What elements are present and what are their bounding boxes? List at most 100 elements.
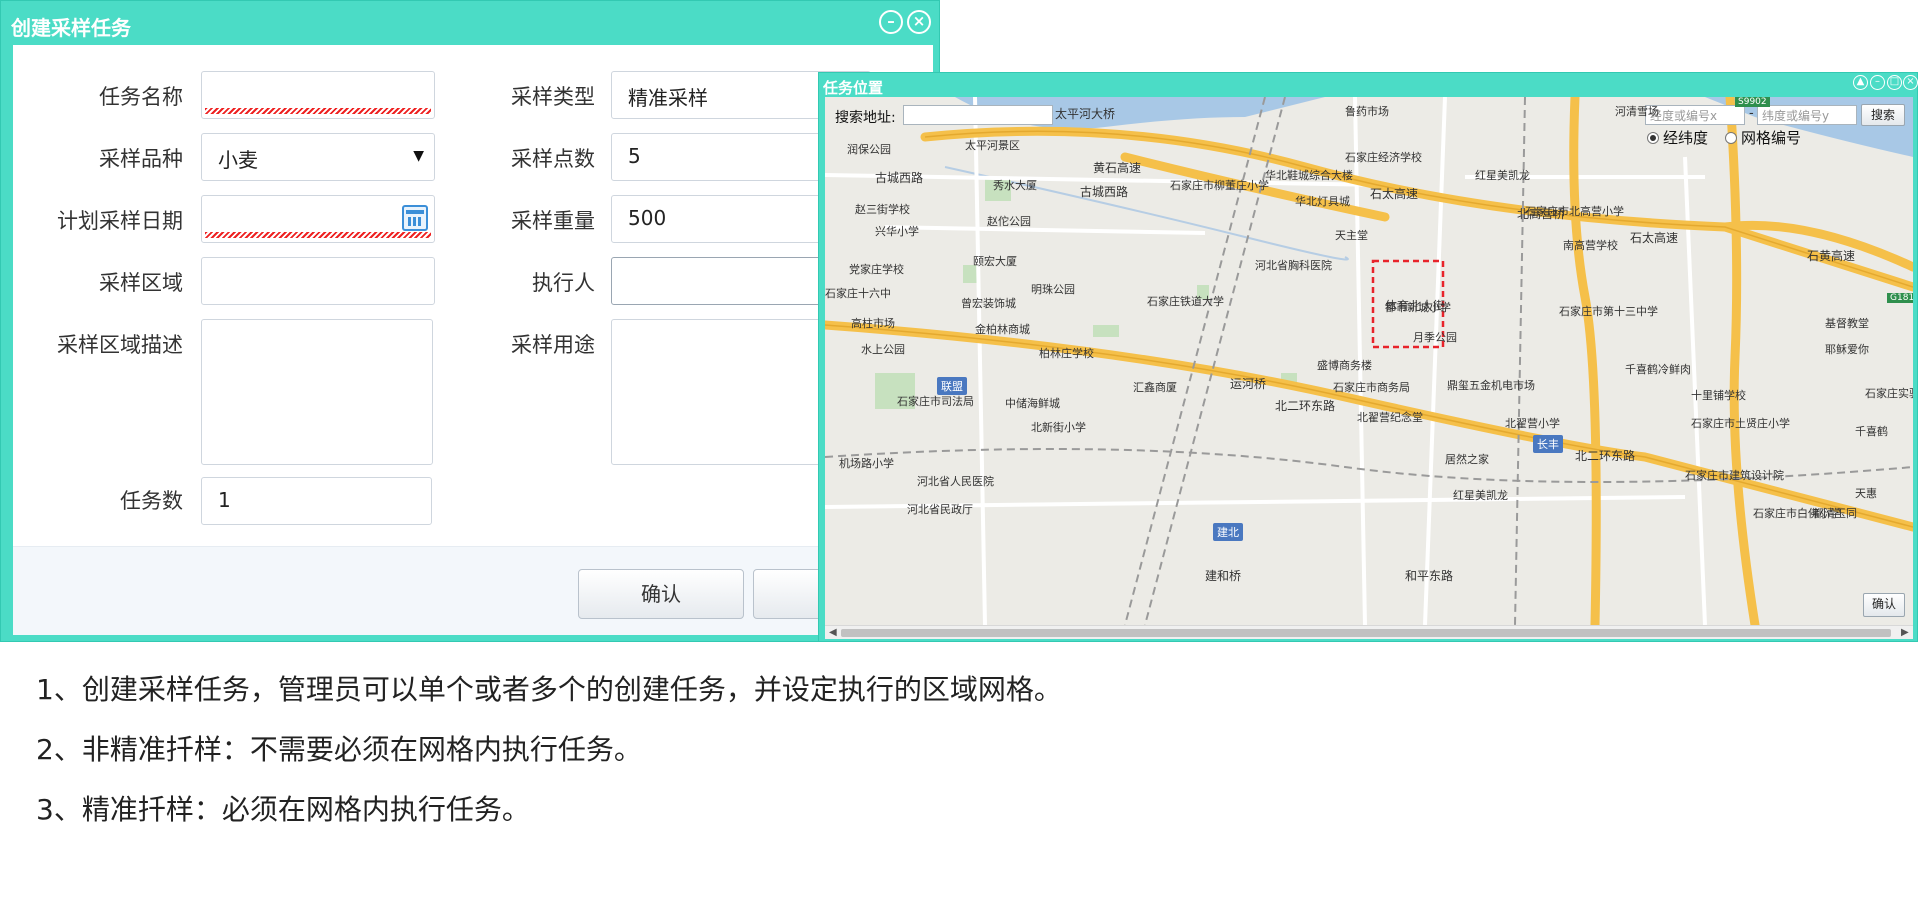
- poi-label: 石家庄市柳董庄小学: [1170, 179, 1269, 192]
- poi-label: 河北省胸科医院: [1255, 259, 1332, 272]
- close-icon[interactable]: ×: [907, 10, 931, 34]
- map-window-title: 任务位置: [823, 79, 884, 97]
- badge-changfeng: 长丰: [1533, 435, 1563, 453]
- restore-icon[interactable]: □: [1887, 75, 1902, 90]
- poi-label: 河北省人民医院: [917, 475, 994, 488]
- poi-label: 石家庄经济学校: [1345, 151, 1422, 164]
- label-task-name: 任务名称: [99, 85, 183, 109]
- note-3: 3、精准扦样：必须在网格内执行任务。: [36, 793, 530, 826]
- poi-label: 石家庄市土贤庄小学: [1691, 417, 1790, 430]
- dialog-title: 创建采样任务: [11, 16, 131, 40]
- chevron-down-icon: ▼: [413, 148, 424, 164]
- radio-grid-label: 网格编号: [1741, 129, 1802, 147]
- scroll-right-icon[interactable]: ▶: [1901, 626, 1909, 640]
- minimize-icon[interactable]: –: [879, 10, 903, 34]
- collapse-icon[interactable]: ▲: [1853, 75, 1868, 90]
- road-label: 北二环东路: [1275, 399, 1336, 413]
- poi-label: 秀水大厦: [993, 179, 1037, 192]
- road-label: 和平东路: [1405, 569, 1454, 583]
- sample-area-input[interactable]: [201, 257, 435, 305]
- poi-label: 北翟营纪念堂: [1357, 411, 1423, 424]
- poi-label: 红星美凯龙: [1453, 489, 1508, 502]
- radio-grid[interactable]: 网格编号: [1725, 127, 1801, 148]
- poi-label: 金柏林商城: [975, 323, 1030, 336]
- poi-label: 千喜鹤: [1855, 425, 1888, 438]
- poi-label: 月季公园: [1413, 331, 1457, 344]
- road-label: 运河桥: [1230, 377, 1267, 391]
- poi-label: 高柱市场: [851, 317, 895, 330]
- radio-dot: [1725, 132, 1737, 144]
- map-horizontal-scrollbar[interactable]: ◀ ▶: [825, 625, 1913, 639]
- park-patch: [1093, 325, 1119, 337]
- poi-label: 都清玉同: [1813, 507, 1857, 520]
- scroll-left-icon[interactable]: ◀: [829, 626, 837, 640]
- poi-label: 鲁药市场: [1345, 105, 1389, 118]
- dialog-titlebar[interactable]: 创建采样任务 – ×: [1, 1, 939, 45]
- poi-label: 太平河景区: [965, 139, 1020, 152]
- road-label: 建和桥: [1205, 569, 1242, 583]
- label-sample-points: 采样点数: [511, 147, 595, 171]
- road-label: 石黄高速: [1807, 249, 1856, 263]
- poi-label: 石家庄实验: [1865, 387, 1913, 400]
- poi-label: 河清雪场: [1615, 105, 1659, 118]
- poi-label: 天惠: [1855, 487, 1877, 500]
- task-name-input[interactable]: [201, 71, 435, 119]
- sample-variety-select[interactable]: 小麦 ▼: [201, 133, 435, 181]
- poi-label: 明珠公园: [1031, 283, 1075, 296]
- label-sample-type: 采样类型: [511, 85, 595, 109]
- highway-shield: S9902: [1735, 97, 1770, 107]
- radio-dot: [1647, 132, 1659, 144]
- poi-label: 石家庄市北高营小学: [1525, 205, 1624, 218]
- confirm-button[interactable]: 确认: [578, 569, 744, 619]
- radio-lnglat-label: 经纬度: [1663, 129, 1709, 147]
- poi-label: 石家庄市建筑设计院: [1685, 469, 1784, 482]
- poi-label: 天主堂: [1335, 229, 1368, 242]
- road-label: 石太高速: [1630, 231, 1679, 245]
- label-executor: 执行人: [532, 271, 595, 295]
- highway-shield: G181: [1887, 293, 1913, 303]
- search-address-label: 搜索地址:: [835, 110, 896, 126]
- poi-label: 石家庄十六中: [825, 287, 891, 300]
- poi-label: 都市新城小学: [1385, 301, 1451, 314]
- label-plan-date: 计划采样日期: [57, 209, 183, 233]
- poi-label: 石家庄市司法局: [897, 395, 974, 408]
- poi-label: 基督教堂: [1825, 317, 1869, 330]
- poi-label: 盛博商务楼: [1317, 359, 1372, 372]
- road-label: 太平河大桥: [1055, 107, 1116, 121]
- note-1: 1、创建采样任务，管理员可以单个或者多个的创建任务，并设定执行的区域网格。: [36, 673, 1062, 706]
- map-search-button[interactable]: 搜索: [1861, 104, 1905, 126]
- plan-date-input[interactable]: [201, 195, 435, 243]
- area-desc-textarea[interactable]: [201, 319, 433, 465]
- badge-jianbei: 建北: [1213, 523, 1243, 541]
- label-area-desc: 采样区域描述: [57, 333, 183, 357]
- road-label: 古城西路: [1080, 185, 1129, 199]
- poi-label: 北翟营小学: [1505, 417, 1560, 430]
- address-input[interactable]: [903, 105, 1053, 125]
- task-location-window: 任务位置 ▲ – □ × 搜索地址: 经度或编号x - 纬度或编号y 搜索 经纬…: [818, 72, 1918, 642]
- road-label: 北二环东路: [1575, 449, 1636, 463]
- task-count-input[interactable]: 1: [201, 477, 432, 525]
- radio-lnglat[interactable]: 经纬度: [1647, 127, 1708, 148]
- road-label: 黄石高速: [1093, 161, 1142, 175]
- poi-label: 北新街小学: [1031, 421, 1086, 434]
- map-canvas[interactable]: 搜索地址: 经度或编号x - 纬度或编号y 搜索 经纬度 网格编号 确认 黄石高…: [825, 97, 1913, 625]
- calendar-icon[interactable]: [402, 205, 428, 231]
- lat-input[interactable]: 纬度或编号y: [1757, 105, 1857, 125]
- poi-label: 南高营学校: [1563, 239, 1618, 252]
- poi-label: 党家庄学校: [849, 263, 904, 276]
- poi-label: 柏林庄学校: [1039, 347, 1094, 360]
- map-confirm-button[interactable]: 确认: [1863, 593, 1905, 617]
- poi-label: 石家庄市第十三中学: [1559, 305, 1658, 318]
- scroll-thumb[interactable]: [841, 629, 1891, 637]
- label-sample-variety: 采样品种: [99, 147, 183, 171]
- poi-label: 汇鑫商厦: [1133, 381, 1177, 394]
- label-task-count: 任务数: [120, 489, 183, 513]
- close-icon[interactable]: ×: [1903, 75, 1918, 90]
- poi-label: 赵佗公园: [987, 215, 1031, 228]
- minimize-icon[interactable]: –: [1870, 75, 1885, 90]
- poi-label: 赵三街学校: [855, 203, 910, 216]
- poi-label: 居然之家: [1445, 453, 1489, 466]
- lng-input[interactable]: 经度或编号x: [1645, 105, 1745, 125]
- dialog-footer: 确认: [13, 546, 933, 635]
- road-label: 古城西路: [875, 171, 924, 185]
